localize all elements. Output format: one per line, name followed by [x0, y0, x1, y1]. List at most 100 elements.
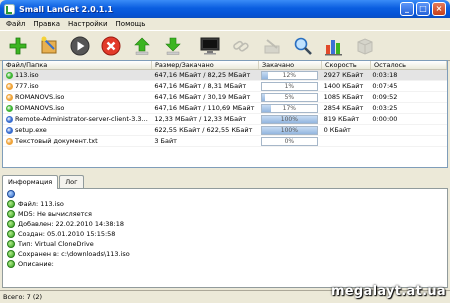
minimize-button[interactable]: _	[400, 2, 414, 16]
table-row[interactable]: Текстовый документ.txt 3 Байт 0%	[3, 136, 447, 147]
progress-text: 0%	[284, 137, 295, 145]
monitor-button[interactable]	[198, 34, 222, 58]
info-row: Добавлен: 22.02.2010 14:38:18	[3, 219, 447, 229]
info-tabs: Информация Лог	[2, 175, 85, 189]
info-row: MD5: Не вычисляется	[3, 209, 447, 219]
stop-icon	[101, 36, 121, 55]
cell-progress: 100%	[258, 114, 321, 125]
cell-speed: 0 КБайт	[323, 125, 351, 134]
progress-bar: 100%	[260, 125, 318, 135]
progress-text: 5%	[284, 93, 295, 101]
menu-help[interactable]: Помощь	[112, 20, 150, 28]
stats-button[interactable]	[322, 34, 346, 58]
progress-bar: 100%	[260, 114, 318, 124]
header-speed[interactable]: Скорость	[322, 61, 371, 69]
status-dot-icon	[6, 93, 13, 101]
tools-icon	[264, 38, 280, 53]
check-icon	[7, 260, 15, 268]
check-icon	[7, 200, 15, 208]
monitor-icon	[200, 37, 220, 54]
file-name: 113.iso	[15, 70, 39, 79]
cell-size: 647,16 МБайт / 30,19 МБайт	[154, 92, 251, 101]
cell-file: 777.iso	[3, 81, 151, 92]
tab-info[interactable]: Информация	[2, 175, 59, 189]
cell-remaining: 0:00:00	[372, 114, 398, 123]
info-row: Описание:	[3, 259, 447, 269]
stop-button[interactable]	[99, 34, 123, 58]
cell-file: ROMANOVS.iso	[3, 103, 151, 114]
status-dot-icon	[6, 82, 13, 90]
info-text: MD5: Не вычисляется	[18, 210, 92, 218]
add-icon	[9, 37, 27, 54]
menu-settings[interactable]: Настройки	[64, 20, 112, 28]
stats-icon	[325, 39, 342, 55]
start-icon	[70, 36, 90, 55]
menu-edit[interactable]: Правка	[29, 20, 64, 28]
file-name: 777.iso	[15, 81, 39, 90]
link-button[interactable]	[229, 34, 253, 58]
toolbar	[0, 30, 450, 61]
start-button[interactable]	[68, 34, 92, 58]
check-icon	[7, 220, 15, 228]
cell-size: 647,16 МБайт / 82,25 МБайт	[154, 70, 251, 79]
wizard-icon	[41, 36, 57, 53]
check-icon	[7, 230, 15, 238]
add-button[interactable]	[6, 34, 30, 58]
window-title: Small LanGet 2.0.1.1	[19, 4, 113, 14]
info-text: Файл: 113.iso	[18, 200, 64, 208]
box-icon	[357, 37, 373, 55]
search-button[interactable]	[291, 34, 315, 58]
tab-log[interactable]: Лог	[59, 175, 84, 189]
progress-text: 100%	[280, 115, 298, 123]
tools-button[interactable]	[260, 34, 284, 58]
status-dot-icon	[6, 71, 13, 79]
box-button[interactable]	[353, 34, 377, 58]
info-row: Создан: 05.01.2010 15:15:58	[3, 229, 447, 239]
cell-speed: 1085 КБайт	[323, 92, 364, 101]
link-icon	[233, 40, 249, 52]
status-dot-icon	[6, 104, 13, 112]
move-up-button[interactable]	[130, 34, 154, 58]
header-downloaded[interactable]: Закачано	[259, 61, 322, 69]
maximize-button[interactable]: □	[416, 2, 430, 16]
cell-speed: 1400 КБайт	[323, 81, 364, 90]
progress-text: 100%	[280, 126, 298, 134]
wizard-button[interactable]	[37, 34, 61, 58]
progress-text: 1%	[284, 82, 295, 90]
cell-progress: 12%	[258, 70, 321, 81]
search-icon	[294, 37, 312, 55]
file-name: Текстовый документ.txt	[15, 136, 98, 145]
header-file[interactable]: Файл/Папка	[3, 61, 152, 69]
cell-speed: 819 КБайт	[323, 114, 360, 123]
table-row[interactable]: setup.exe 622,55 КБайт / 622,55 КБайт 100%…	[3, 125, 447, 136]
status-dot-icon	[6, 126, 13, 134]
menu-bar: Файл Правка Настройки Помощь	[0, 18, 450, 30]
cell-size: 3 Байт	[154, 136, 177, 145]
table-row[interactable]: Remote-Administrator-server-client-3.3..…	[3, 114, 447, 125]
downloads-table: Файл/Папка Размер/Закачано Закачано Скор…	[2, 60, 448, 168]
progress-text: 12%	[282, 71, 296, 79]
progress-bar: 17%	[260, 103, 318, 113]
move-up-icon	[134, 37, 150, 55]
progress-bar: 0%	[260, 136, 318, 146]
table-row[interactable]: 113.iso 647,16 МБайт / 82,25 МБайт 12% 2927…	[3, 70, 447, 81]
table-row[interactable]: ROMANOVS.iso 647,16 МБайт / 110,69 МБайт 1…	[3, 103, 447, 114]
header-remaining[interactable]: Осталось	[371, 61, 447, 69]
move-down-button[interactable]	[161, 34, 185, 58]
table-row[interactable]: 777.iso 647,16 МБайт / 8,31 МБайт 1% 1400 К…	[3, 81, 447, 92]
cell-size: 647,16 МБайт / 110,69 МБайт	[154, 103, 255, 112]
cell-progress: 0%	[258, 136, 321, 147]
table-row[interactable]: ROMANOVS.iso 647,16 МБайт / 30,19 МБайт 5%…	[3, 92, 447, 103]
info-row: Тип: Virtual CloneDrive	[3, 239, 447, 249]
header-size[interactable]: Размер/Закачано	[152, 61, 259, 69]
cell-file: setup.exe	[3, 125, 151, 136]
file-name: ROMANOVS.iso	[15, 92, 65, 101]
cell-file: ROMANOVS.iso	[3, 92, 151, 103]
check-icon	[7, 250, 15, 258]
status-dot-icon	[6, 115, 13, 123]
close-button[interactable]: ×	[432, 2, 446, 16]
menu-file[interactable]: Файл	[2, 20, 29, 28]
title-bar: Small LanGet 2.0.1.1 _ □ ×	[0, 0, 450, 18]
cell-remaining: 0:09:52	[372, 92, 398, 101]
cell-speed: 2927 КБайт	[323, 70, 364, 79]
